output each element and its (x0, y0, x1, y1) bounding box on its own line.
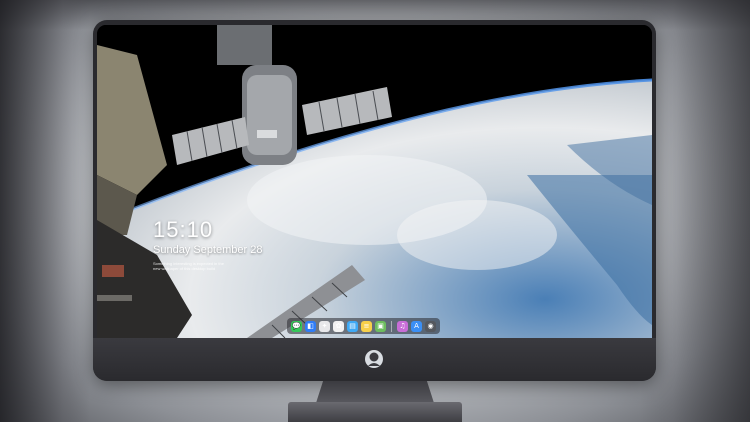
music-icon[interactable]: ♫ (397, 320, 408, 332)
finder-icon[interactable]: ◧ (305, 320, 316, 332)
safari-icon[interactable]: ✦ (319, 320, 330, 332)
monitor-stand-neck (316, 381, 434, 403)
monitor: 15:10 Sunday September 28 Something inte… (93, 20, 656, 381)
photos-icon[interactable]: ✿ (333, 320, 344, 332)
background-blur-right (640, 0, 750, 422)
lock-screen-note: Something interesting is expected in the… (153, 261, 273, 271)
brand-logo-icon (365, 350, 383, 368)
monitor-stand-base (288, 402, 462, 422)
monitor-chin (93, 338, 656, 381)
desktop-screen: 15:10 Sunday September 28 Something inte… (97, 25, 652, 338)
preview-icon[interactable]: ▣ (375, 320, 386, 332)
app-store-icon[interactable]: A (411, 320, 422, 332)
messages-icon[interactable]: 💬 (291, 320, 302, 332)
camera-icon[interactable]: ◉ (425, 320, 436, 332)
space-station-wallpaper (97, 25, 652, 338)
lock-note-line-2: new wallpaper of this desktop build (153, 266, 216, 271)
notes-icon[interactable]: ≡ (361, 320, 372, 332)
dock-separator (391, 320, 392, 332)
lock-screen-clock: 15:10 (153, 217, 214, 242)
clapper-icon[interactable]: ▤ (347, 320, 358, 332)
lock-screen-date: Sunday September 28 (153, 244, 263, 256)
dock: 💬 ◧ ✦ ✿ ▤ ≡ ▣ ♫ A ◉ (287, 318, 440, 334)
background-blur-left (0, 0, 90, 422)
